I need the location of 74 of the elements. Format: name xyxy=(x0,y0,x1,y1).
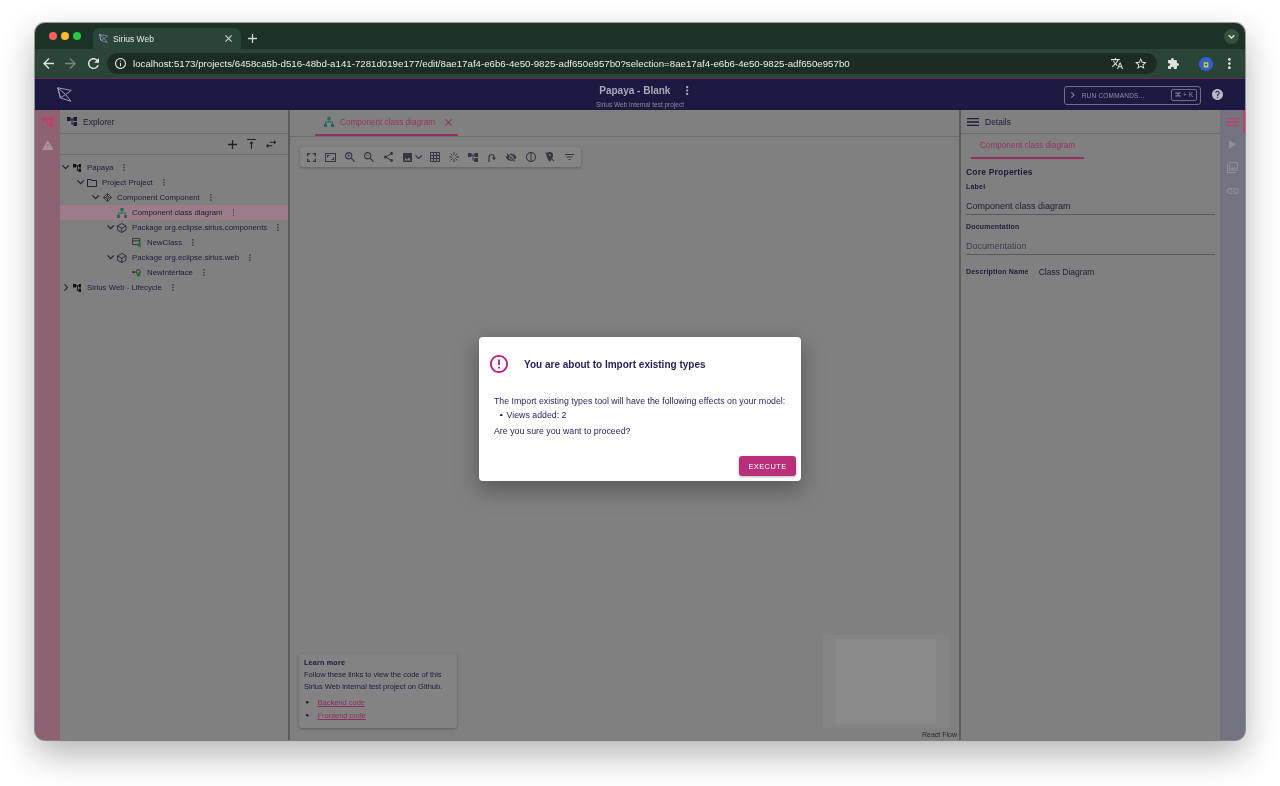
eye-off-icon[interactable] xyxy=(506,152,517,162)
close-icon[interactable] xyxy=(225,35,232,42)
back-icon[interactable] xyxy=(43,58,54,69)
avatar-icon[interactable] xyxy=(1199,56,1213,71)
info-icon[interactable] xyxy=(115,58,126,69)
interface-icon xyxy=(131,268,143,277)
cube-icon xyxy=(117,222,127,233)
chevron-icon[interactable] xyxy=(62,165,70,170)
diagram-icon xyxy=(324,117,334,127)
zoom-out-icon[interactable] xyxy=(364,152,375,162)
forward-icon[interactable] xyxy=(65,58,76,69)
reload-icon[interactable] xyxy=(88,58,99,69)
menu-icon[interactable] xyxy=(967,117,979,126)
diamond-icon xyxy=(102,193,112,202)
cube-icon xyxy=(117,252,127,263)
bullet-icon xyxy=(306,714,309,717)
section-title: Core Properties xyxy=(966,166,1034,179)
text-field[interactable]: Documentation xyxy=(966,237,1215,255)
dropdown-icon[interactable] xyxy=(1224,29,1239,44)
bullet-icon xyxy=(500,413,503,417)
arrow-to-top-icon[interactable] xyxy=(246,139,256,149)
browser-tab[interactable]: Sirius Web xyxy=(93,28,241,49)
chevron-icon[interactable] xyxy=(107,225,115,230)
contrast-icon[interactable] xyxy=(525,152,536,162)
dialog-text: The Import existing types tool will have the following effects on your model: xyxy=(494,395,787,408)
chevron-icon[interactable] xyxy=(77,180,85,185)
diagram-icon xyxy=(117,207,127,218)
panel-title: Explorer xyxy=(83,116,115,127)
chevron-icon[interactable] xyxy=(63,284,69,291)
puzzle-icon[interactable] xyxy=(1168,58,1179,69)
more-icon[interactable] xyxy=(1228,58,1231,69)
hierarchy-icon xyxy=(72,283,82,292)
field-value: Class Diagram xyxy=(1038,267,1095,277)
alert-icon xyxy=(490,355,508,373)
zoom-light-icon[interactable] xyxy=(73,32,81,40)
fit-screen-icon[interactable] xyxy=(325,152,337,162)
warning-icon[interactable] xyxy=(41,139,54,150)
close-light-icon[interactable] xyxy=(49,32,57,40)
chevron-icon[interactable] xyxy=(92,195,100,200)
class-icon xyxy=(132,238,142,247)
filter-icon[interactable] xyxy=(564,154,574,160)
swap-icon[interactable] xyxy=(265,140,276,148)
zoom-in-icon[interactable] xyxy=(345,152,356,162)
dialog-title: You are about to Import existing types xyxy=(524,358,706,370)
bullet-icon xyxy=(306,701,309,704)
favicon-icon xyxy=(99,34,108,43)
project-title: Papaya - Blank xyxy=(599,84,671,96)
help-icon[interactable] xyxy=(1212,89,1223,100)
effect-item: Views added: 2 xyxy=(506,410,567,420)
address-bar[interactable]: localhost:5173/projects/6458ca5b-d516-48bd-a141-7281d019e177/edit/8ae17af4-e6b6-4e50-9825-adf650e957b0?selection=8ae17af4-e6b6-4e50-9825-adf650e957b0 xyxy=(107,53,1157,74)
pin-off-icon[interactable] xyxy=(545,152,555,162)
chevron-icon xyxy=(1071,92,1075,98)
fullscreen-icon[interactable] xyxy=(307,152,317,162)
curved-arrow-icon[interactable] xyxy=(488,152,497,162)
dialog-question: Are you sure you want to proceed? xyxy=(494,425,632,438)
share-icon[interactable] xyxy=(384,152,394,162)
more-icon[interactable] xyxy=(686,85,689,95)
image-icon[interactable] xyxy=(403,152,413,162)
folder-icon xyxy=(87,178,97,187)
caret-icon[interactable] xyxy=(414,154,423,160)
grid-icon[interactable] xyxy=(429,152,440,162)
hierarchy-icon xyxy=(72,163,82,172)
burst-icon[interactable] xyxy=(448,152,459,162)
panel-title: Details xyxy=(985,116,1011,127)
hierarchy-icon[interactable] xyxy=(468,152,479,162)
logo-icon[interactable] xyxy=(57,87,72,102)
plus-icon[interactable] xyxy=(248,34,257,43)
minimize-light-icon[interactable] xyxy=(61,32,69,40)
hierarchy-icon xyxy=(67,117,77,126)
chevron-icon[interactable] xyxy=(107,255,115,260)
translate-icon[interactable] xyxy=(1111,58,1124,69)
star-icon[interactable] xyxy=(1135,58,1147,69)
text-field[interactable]: Component class diagram xyxy=(966,197,1215,215)
plus-icon[interactable] xyxy=(227,139,237,149)
